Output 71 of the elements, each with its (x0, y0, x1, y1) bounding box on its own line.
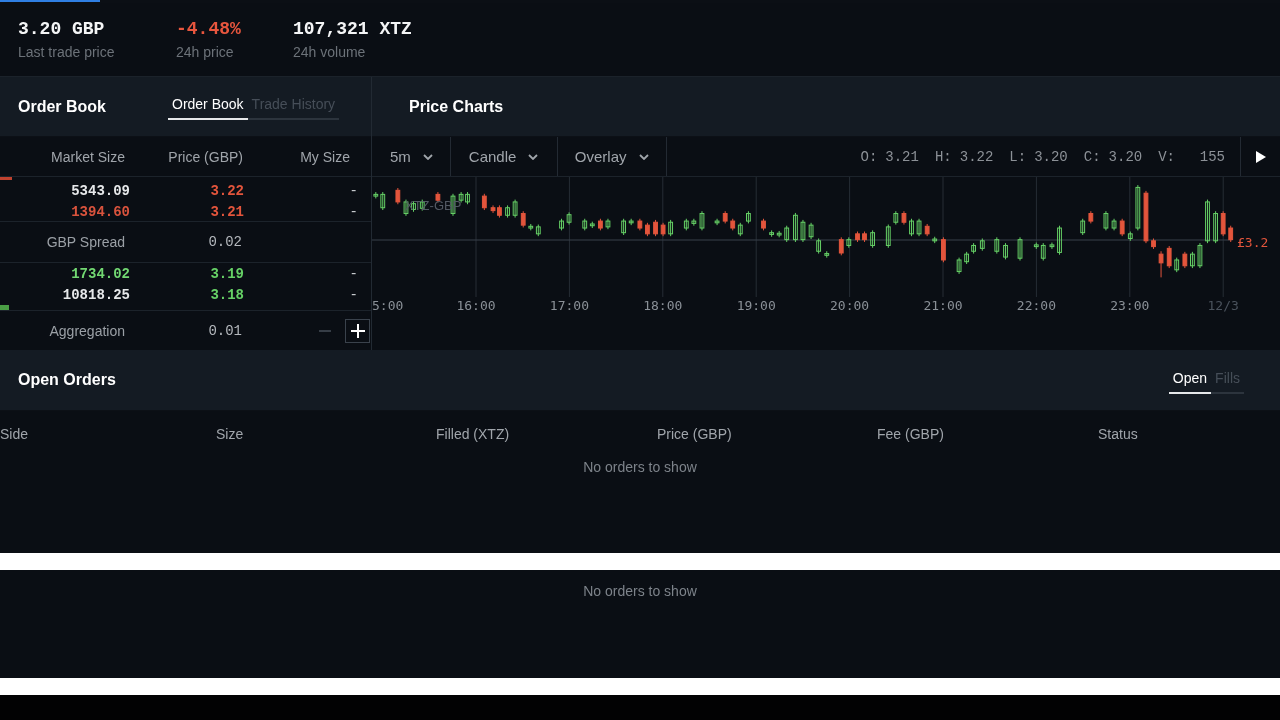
stat-label: 24h price (176, 43, 234, 61)
spread-label: GBP Spread (45, 234, 126, 250)
tab[interactable]: Order Book (168, 93, 248, 120)
ohlc-label: O: (860, 148, 878, 165)
price-tag: £3.2 (1237, 235, 1269, 250)
aggregation-label: Aggregation (48, 322, 126, 339)
aggregation-value: 0.01 (207, 322, 243, 339)
tab[interactable]: Open (1168, 366, 1212, 394)
time-label: 18:00 (643, 298, 683, 313)
time-label: 16:00 (456, 298, 496, 313)
my-size: - (348, 265, 358, 282)
empty-message: No orders to show (583, 582, 697, 601)
column-header: Size (216, 426, 245, 442)
time-label: 17:00 (549, 298, 589, 313)
order-size: 1394.60 (70, 203, 130, 220)
ohlc-value: 3.22 (959, 148, 994, 165)
my-size: - (348, 286, 358, 303)
time-label: 5:00 (372, 298, 404, 313)
plus-icon (350, 323, 365, 338)
dropdown-button[interactable]: Overlay (557, 137, 667, 176)
column-header: Filled (XTZ) (436, 426, 511, 442)
stat-value: -4.48% (176, 18, 241, 40)
ohlc-label: H: (934, 148, 952, 165)
order-size: 10818.25 (61, 286, 130, 303)
ohlc-value: 155 (1198, 148, 1225, 165)
empty-message: No orders to show (583, 458, 697, 477)
column-header: Price (GBP) (657, 426, 733, 442)
my-size: - (348, 203, 358, 220)
time-label: 20:00 (830, 298, 870, 313)
column-header: Status (1098, 426, 1139, 442)
column-header: Price (GBP) (167, 148, 244, 165)
ohlc-value: 3.21 (885, 148, 919, 165)
dropdown-button[interactable]: 5m (372, 137, 451, 176)
stat-label: Last trade price (18, 43, 115, 61)
increase-button[interactable] (345, 318, 370, 343)
time-label: 22:00 (1016, 298, 1056, 313)
panel-title: Order Book (18, 97, 107, 116)
order-size: 5343.09 (70, 182, 130, 199)
ohlc-value: 3.20 (1034, 148, 1068, 165)
order-price: 3.18 (209, 286, 245, 303)
depth-bar (0, 305, 9, 310)
my-size: - (348, 182, 358, 199)
order-price: 3.21 (209, 203, 245, 220)
chevron-down-icon (528, 153, 539, 160)
stat-value: 3.20 GBP (18, 18, 105, 40)
column-header: Side (0, 426, 30, 442)
chevron-down-icon (422, 153, 433, 160)
ohlc-label: C: (1083, 148, 1101, 165)
column-header: My Size (299, 148, 351, 165)
dropdown-button[interactable]: Candle (450, 137, 558, 176)
panel-title: Price Charts (409, 97, 504, 116)
minus-icon (319, 329, 331, 332)
time-label: 19:00 (736, 298, 776, 313)
order-price: 3.19 (209, 265, 245, 282)
stat-value: 107,321 XTZ (293, 18, 412, 40)
column-header: Market Size (50, 148, 126, 165)
time-label: 21:00 (923, 298, 963, 313)
panel-title: Open Orders (18, 371, 116, 389)
chevron-down-icon (638, 153, 649, 160)
time-label: 12/3 (1207, 298, 1239, 313)
order-size: 1734.02 (70, 265, 130, 282)
order-price: 3.22 (209, 182, 245, 199)
play-icon (1255, 150, 1266, 163)
ohlc-label: L: (1009, 148, 1027, 165)
depth-bar (0, 177, 12, 180)
spread-value: 0.02 (207, 234, 243, 250)
stat-label: 24h volume (293, 43, 366, 61)
time-label: 23:00 (1110, 298, 1150, 313)
ohlc-label: V: (1158, 148, 1175, 165)
ohlc-value: 3.20 (1108, 148, 1143, 165)
column-header: Fee (GBP) (877, 426, 945, 442)
